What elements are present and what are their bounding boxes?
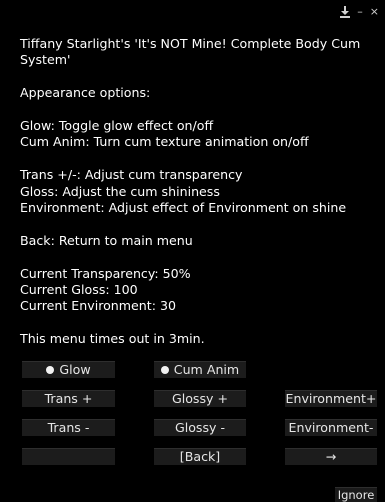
message-line: System' xyxy=(20,52,71,68)
message-line: Current Transparency: 50% xyxy=(20,265,191,281)
message-line: Glow: Toggle glow effect on/off xyxy=(20,118,214,133)
cum-anim-button[interactable]: Cum Anim xyxy=(154,361,246,378)
empty-button[interactable] xyxy=(22,448,115,465)
download-icon[interactable] xyxy=(340,6,351,18)
radio-dot-icon xyxy=(160,366,169,374)
titlebar-controls: – × xyxy=(340,6,379,18)
environment-plus-button[interactable]: Environment+ xyxy=(285,390,377,407)
back-button[interactable]: [Back] xyxy=(154,448,246,465)
message-line: This menu times out in 3min. xyxy=(20,331,205,347)
message-line: Trans +/-: Adjust cum transparency xyxy=(20,167,243,183)
message-line: Appearance options: xyxy=(20,85,151,101)
environment-minus-button[interactable]: Environment- xyxy=(285,419,377,436)
message-line: Back: Return to main menu xyxy=(20,232,193,248)
trans-plus-button[interactable]: Trans + xyxy=(22,390,115,407)
ignore-button[interactable]: Ignore xyxy=(335,487,377,502)
message-line: Gloss: Adjust the cum shininess xyxy=(20,183,220,199)
glow-button-label: Glow xyxy=(59,362,91,377)
dialog-message: Tiffany Starlight's 'It's NOT Mine! Comp… xyxy=(20,36,370,348)
trans-minus-button[interactable]: Trans - xyxy=(22,419,115,436)
next-page-button[interactable]: → xyxy=(285,448,377,465)
message-line: Environment: Adjust effect of Environmen… xyxy=(20,200,347,216)
message-line: Cum Anim: Turn cum texture animation on/… xyxy=(20,134,309,150)
cum-anim-button-label: Cum Anim xyxy=(173,362,240,377)
glow-button[interactable]: Glow xyxy=(22,361,115,378)
glossy-minus-button[interactable]: Glossy - xyxy=(154,419,246,436)
minimize-icon[interactable]: – xyxy=(357,6,363,18)
message-line: Tiffany Starlight's 'It's NOT Mine! Comp… xyxy=(20,36,361,51)
radio-dot-icon xyxy=(46,366,55,374)
glossy-plus-button[interactable]: Glossy + xyxy=(154,390,246,407)
close-icon[interactable]: × xyxy=(370,6,379,18)
message-line: Current Gloss: 100 xyxy=(20,282,138,298)
message-line: Current Environment: 30 xyxy=(20,298,176,314)
